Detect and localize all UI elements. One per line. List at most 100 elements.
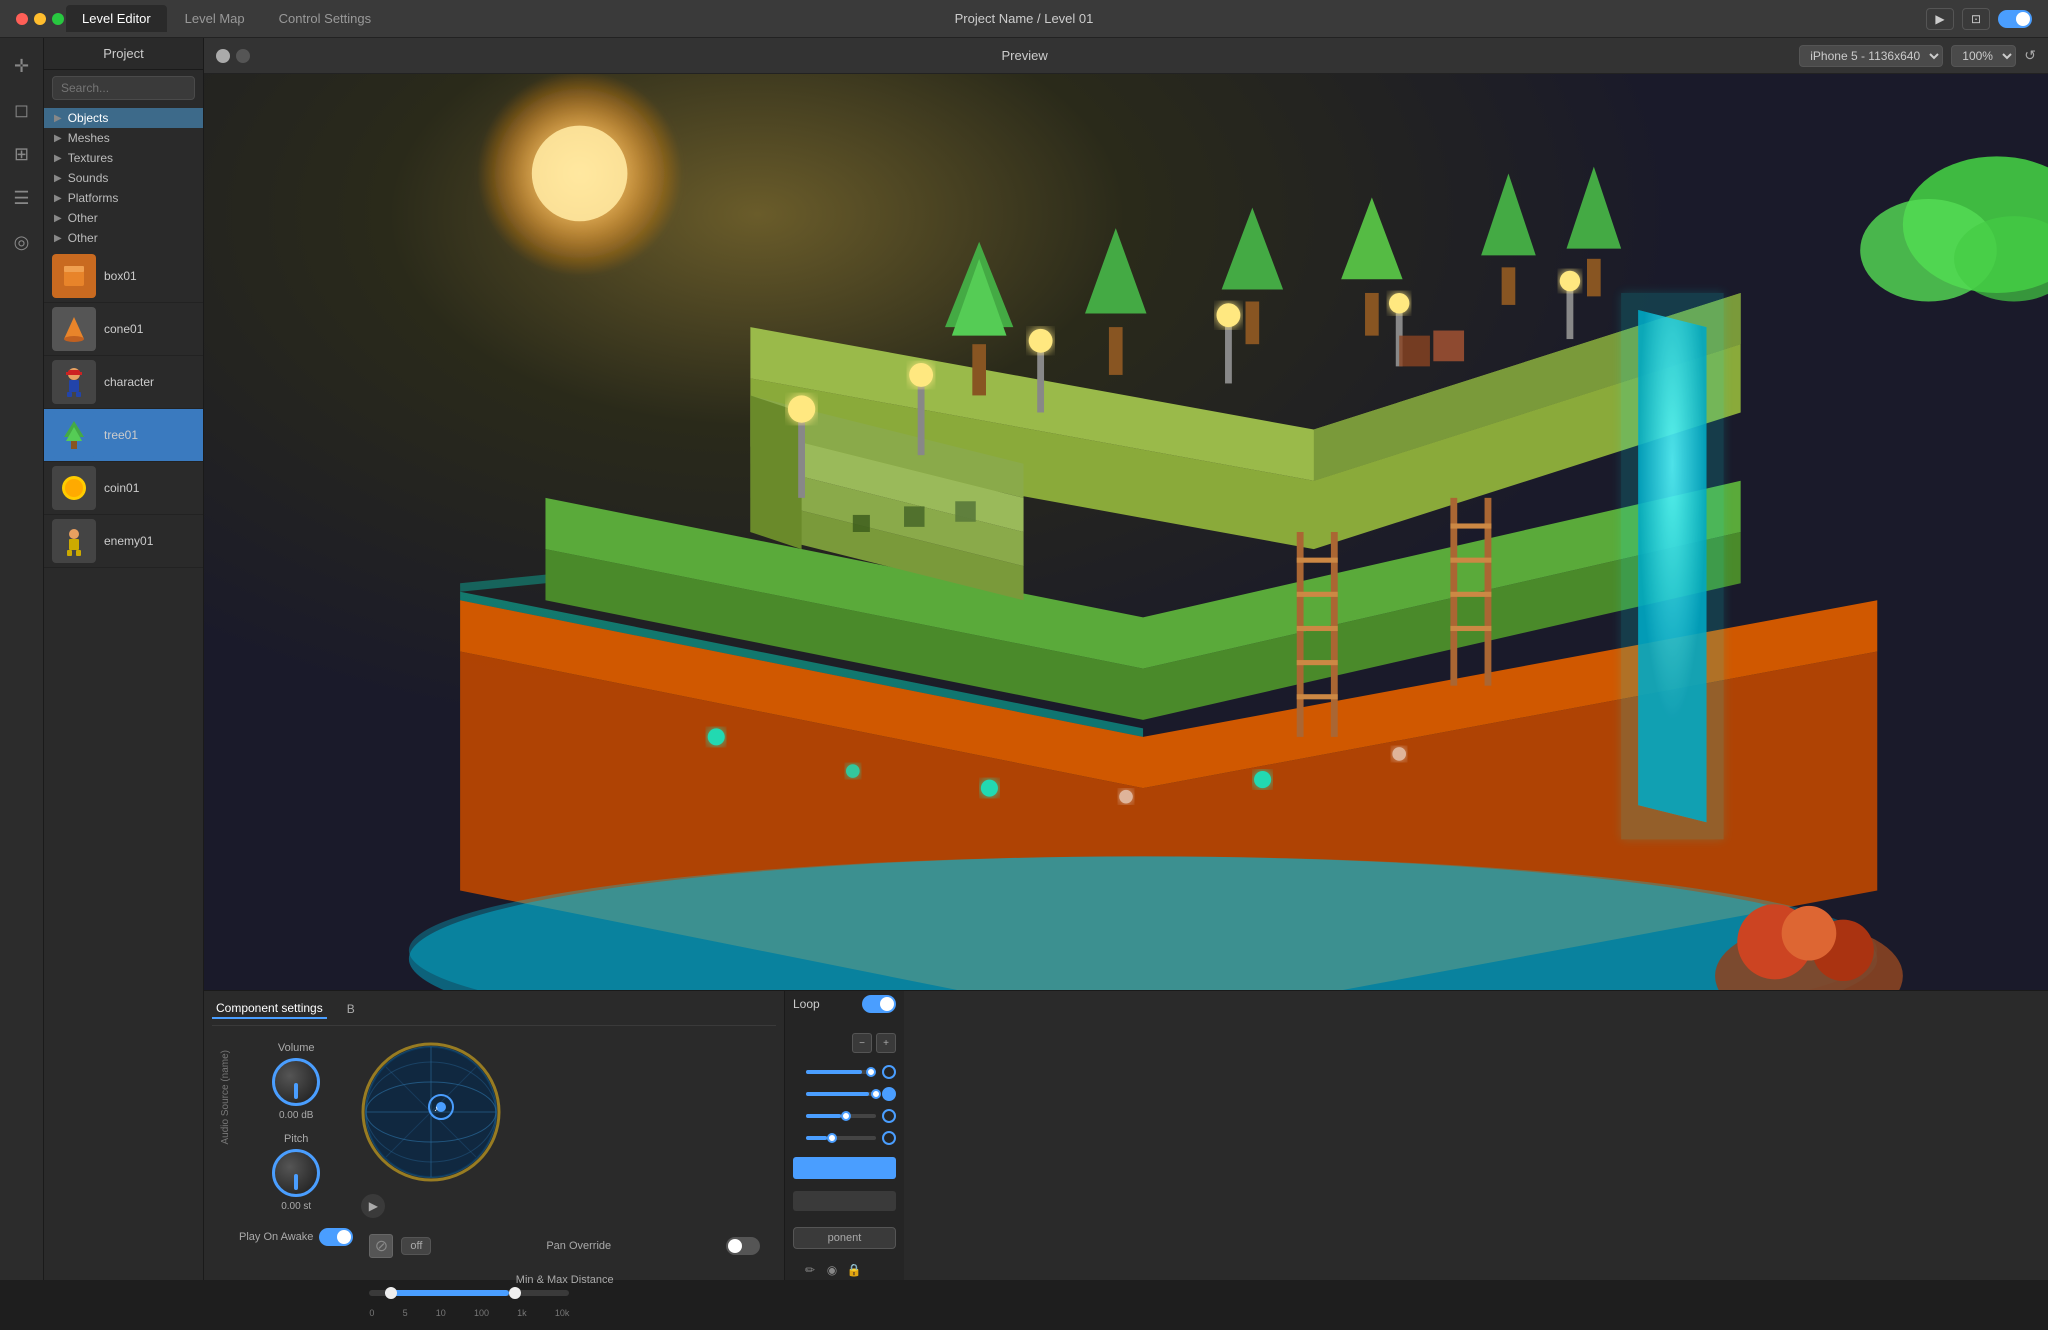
lock-icon[interactable]: 🔒 — [845, 1261, 863, 1279]
distance-thumb-right[interactable] — [509, 1287, 521, 1299]
loop-row: Loop — [785, 991, 904, 1017]
object-label-tree01: tree01 — [104, 428, 138, 442]
panel-header: Project — [44, 38, 203, 70]
object-thumb-cone01 — [52, 307, 96, 351]
empty-bar-1 — [793, 1191, 896, 1211]
h-slider-thumb-1[interactable] — [866, 1067, 876, 1077]
volume-knob[interactable] — [272, 1058, 320, 1106]
list-item[interactable]: cone01 — [44, 303, 203, 356]
zoom-select[interactable]: 100% — [1951, 45, 2016, 67]
pan-override-toggle[interactable] — [726, 1237, 760, 1255]
maximize-dot[interactable] — [52, 13, 64, 25]
inspector-slider-item-2 — [793, 1087, 896, 1101]
distance-slider-container — [369, 1290, 760, 1302]
select-tool[interactable]: ◻ — [4, 92, 40, 128]
distance-thumb-left[interactable] — [385, 1287, 397, 1299]
eye-icon[interactable]: ◉ — [823, 1261, 841, 1279]
scene-svg — [204, 74, 2048, 990]
tab-level-map[interactable]: Level Map — [169, 5, 261, 32]
pitch-label: Pitch — [284, 1133, 308, 1145]
plus-button[interactable]: + — [876, 1033, 896, 1053]
tree-item-sounds[interactable]: ▶ Sounds — [44, 168, 203, 188]
pan-override-label: Pan Override — [439, 1240, 718, 1252]
inspector-circle-3[interactable] — [882, 1109, 896, 1123]
h-slider-thumb-2[interactable] — [871, 1089, 881, 1099]
tab-control-settings[interactable]: Control Settings — [263, 5, 388, 32]
center-area: Preview iPhone 5 - 1136x640 100% ↺ — [204, 38, 2048, 1280]
volume-knob-section: Volume 0.00 dB — [272, 1042, 320, 1121]
component-tab-settings[interactable]: Component settings — [212, 999, 327, 1019]
pitch-value: 0.00 st — [281, 1201, 311, 1212]
play-on-awake-toggle[interactable] — [319, 1228, 353, 1246]
edit-icon[interactable]: ✏ — [801, 1261, 819, 1279]
tree-item-textures[interactable]: ▶ Textures — [44, 148, 203, 168]
arrow-icon: ▶ — [54, 153, 62, 164]
search-input[interactable] — [52, 76, 195, 100]
list-item[interactable]: tree01 — [44, 409, 203, 462]
globe-tool[interactable]: ◎ — [4, 224, 40, 260]
component-tab-b[interactable]: B — [343, 1000, 359, 1018]
distance-row: Min & Max Distance 0 — [361, 1270, 768, 1322]
component-settings: Component settings B Audio Source (name)… — [204, 991, 784, 1280]
grid-tool[interactable]: ⊞ — [4, 136, 40, 172]
inspector-circle-1[interactable] — [882, 1065, 896, 1079]
refresh-icon[interactable]: ↺ — [2024, 47, 2036, 64]
pan-off-button[interactable]: off — [401, 1237, 431, 1255]
inspector-slider-item-1 — [793, 1065, 896, 1079]
audio-sphere-svg: ♪ — [361, 1042, 501, 1182]
inspector-circle-4[interactable] — [882, 1131, 896, 1145]
pitch-knob[interactable] — [272, 1149, 320, 1197]
close-dot[interactable] — [16, 13, 28, 25]
object-label-character: character — [104, 375, 154, 389]
minus-button[interactable]: − — [852, 1033, 872, 1053]
left-panel: Project ▶ Objects ▶ Meshes ▶ Textures ▶ … — [44, 38, 204, 1280]
list-item[interactable]: character — [44, 356, 203, 409]
layers-tool[interactable]: ☰ — [4, 180, 40, 216]
tab-level-editor[interactable]: Level Editor — [66, 5, 167, 32]
list-item[interactable]: enemy01 — [44, 515, 203, 568]
component-button[interactable]: ponent — [793, 1227, 896, 1249]
play-transport: ▶ — [361, 1190, 768, 1222]
h-slider-thumb-3[interactable] — [841, 1111, 851, 1121]
inspector-circle-2[interactable] — [882, 1087, 896, 1101]
h-slider-1[interactable] — [806, 1070, 876, 1074]
h-slider-2[interactable] — [806, 1092, 876, 1096]
tree-item-other1[interactable]: ▶ Other — [44, 208, 203, 228]
audio-sphere-container: ♪ — [361, 1042, 501, 1182]
loop-toggle[interactable] — [862, 995, 896, 1013]
title-bar: Level Editor Level Map Control Settings … — [0, 0, 2048, 38]
pitch-knob-section: Pitch 0.00 st — [272, 1133, 320, 1212]
top-toggle[interactable] — [1998, 10, 2032, 28]
screen-button[interactable]: ⊡ — [1962, 8, 1990, 30]
window-traffic-dots — [16, 13, 64, 25]
arrow-icon: ▶ — [54, 233, 62, 244]
h-slider-thumb-4[interactable] — [827, 1133, 837, 1143]
device-dot-2 — [236, 49, 250, 63]
h-slider-4[interactable] — [806, 1136, 876, 1140]
tree-item-other2[interactable]: ▶ Other — [44, 228, 203, 248]
cursor-tool[interactable]: ✛ — [4, 48, 40, 84]
bottom-controls: ⊘ off Pan Override Min & Max Distance — [361, 1230, 768, 1322]
preview-canvas[interactable] — [204, 74, 2048, 990]
volume-label: Volume — [278, 1042, 315, 1054]
voxel-scene — [204, 74, 2048, 990]
pan-override-row: ⊘ off Pan Override — [361, 1230, 768, 1262]
play-transport-btn[interactable]: ▶ — [361, 1194, 385, 1218]
object-label-coin01: coin01 — [104, 481, 139, 495]
play-button[interactable]: ▶ — [1926, 8, 1954, 30]
tree-item-meshes[interactable]: ▶ Meshes — [44, 128, 203, 148]
play-on-awake-label: Play On Awake — [239, 1231, 313, 1243]
tree-item-objects[interactable]: ▶ Objects — [44, 108, 203, 128]
list-item[interactable]: box01 — [44, 250, 203, 303]
inspector-slider-item-4 — [793, 1131, 896, 1145]
arrow-icon: ▶ — [54, 113, 62, 124]
object-thumb-character — [52, 360, 96, 404]
list-item[interactable]: coin01 — [44, 462, 203, 515]
right-inspector: Loop − + — [784, 991, 904, 1280]
inspector-slider-group: − + — [785, 1025, 904, 1291]
pan-pattern-btn[interactable]: ⊘ — [369, 1234, 393, 1258]
tree-item-platforms[interactable]: ▶ Platforms — [44, 188, 203, 208]
h-slider-3[interactable] — [806, 1114, 876, 1118]
minimize-dot[interactable] — [34, 13, 46, 25]
device-select[interactable]: iPhone 5 - 1136x640 — [1799, 45, 1943, 67]
